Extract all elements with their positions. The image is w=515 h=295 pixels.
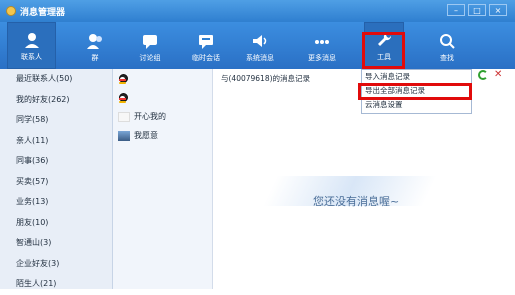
tab-discussion[interactable]: 讨论组 (128, 22, 172, 69)
tab-contacts[interactable]: 联系人 (7, 22, 56, 69)
tab-system-messages[interactable]: 系统消息 (236, 22, 284, 69)
search-button-label: 查找 (440, 54, 454, 62)
discussion-icon (143, 35, 157, 49)
group-item[interactable]: 智通山(3) (0, 233, 112, 254)
tab-group[interactable]: 群 (72, 22, 118, 69)
app-icon (6, 6, 16, 16)
temp-chat-icon (199, 35, 213, 49)
more-icon (315, 40, 329, 44)
refresh-icon[interactable] (478, 70, 488, 80)
group-item[interactable]: 亲人(11) (0, 131, 112, 152)
contact-list-panel: 开心我的 我愿意 (113, 69, 213, 289)
search-button[interactable]: 查找 (428, 22, 466, 69)
qq-penguin-icon (118, 92, 128, 103)
window-controls: – □ × (447, 4, 507, 16)
toolbar: 联系人 群 讨论组 临时会话 系统消息 更多消息 工具 查找 (0, 22, 515, 69)
window-title: 消息管理器 (20, 8, 66, 18)
group-item[interactable]: 业务(13) (0, 192, 112, 213)
group-item[interactable]: 朋友(10) (0, 213, 112, 234)
qq-penguin-icon (118, 73, 128, 84)
tab-contacts-label: 联系人 (21, 53, 42, 61)
group-item[interactable]: 同事(36) (0, 151, 112, 172)
group-icon (87, 34, 102, 49)
title-bar: 消息管理器 – □ × (0, 0, 515, 22)
group-item[interactable]: 买卖(57) (0, 172, 112, 193)
cat-avatar-icon (118, 111, 130, 122)
contact-name: 我愿意 (134, 131, 158, 140)
delete-icon[interactable]: ✕ (494, 69, 502, 80)
contacts-icon (24, 33, 39, 48)
contact-item[interactable]: 我愿意 (113, 126, 212, 145)
export-highlight-box (358, 83, 472, 100)
speaker-icon (253, 35, 267, 47)
tab-system-messages-label: 系统消息 (246, 54, 274, 62)
group-item[interactable]: 企业好友(3) (0, 254, 112, 275)
maximize-button[interactable]: □ (468, 4, 486, 16)
empty-message-text: 您还没有消息喔~ (313, 195, 400, 208)
tab-discussion-label: 讨论组 (139, 54, 161, 62)
search-icon (440, 34, 455, 49)
group-item[interactable]: 同学(58) (0, 110, 112, 131)
tab-group-label: 群 (91, 54, 99, 62)
contact-name: 开心我的 (134, 112, 166, 121)
menu-item-cloud-settings[interactable]: 云消息设置 (362, 98, 471, 112)
minimize-button[interactable]: – (447, 4, 465, 16)
group-item[interactable]: 我的好友(262) (0, 90, 112, 111)
contact-item[interactable] (113, 88, 212, 107)
message-history-header: 与(40079618)的消息记录 (221, 74, 311, 83)
contact-item[interactable] (113, 69, 212, 88)
tools-highlight-box (362, 32, 405, 69)
tab-temp-chat-label: 临时会话 (192, 54, 220, 62)
menu-item-import[interactable]: 导入消息记录 (362, 70, 471, 84)
tab-more-messages[interactable]: 更多消息 (298, 22, 346, 69)
group-item[interactable]: 最近联系人(50) (0, 69, 112, 90)
tab-more-messages-label: 更多消息 (308, 54, 336, 62)
photo-avatar-icon (118, 130, 130, 141)
contact-item[interactable]: 开心我的 (113, 107, 212, 126)
close-button[interactable]: × (489, 4, 507, 16)
tab-temp-chat[interactable]: 临时会话 (184, 22, 228, 69)
group-item[interactable]: 陌生人(21) (0, 274, 112, 295)
contact-groups-panel: 最近联系人(50) 我的好友(262) 同学(58) 亲人(11) 同事(36)… (0, 69, 113, 289)
